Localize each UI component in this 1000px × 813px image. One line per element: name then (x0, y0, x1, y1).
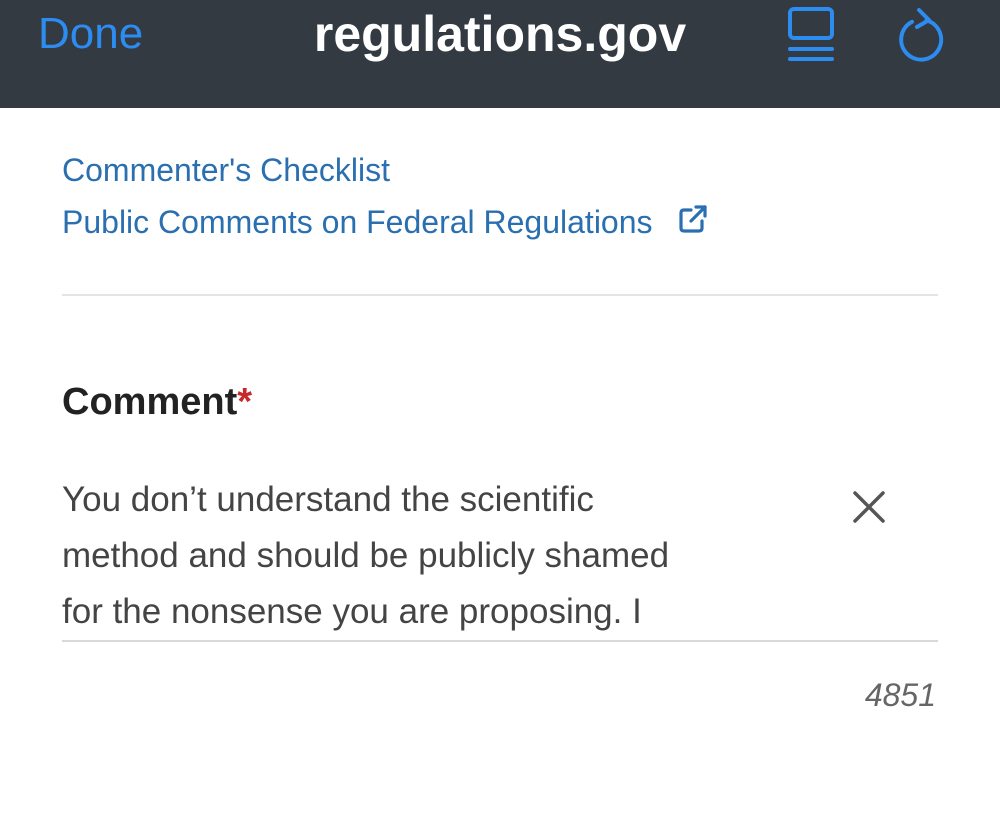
section-divider (62, 294, 938, 296)
external-link-icon (679, 205, 708, 233)
help-links: Commenter's Checklist Public Comments on… (62, 144, 709, 248)
comment-text: You don’t understand the scientific meth… (62, 480, 670, 631)
commenters-checklist-link[interactable]: Commenter's Checklist (62, 144, 709, 196)
public-comments-label: Public Comments on Federal Regulations (62, 204, 653, 240)
character-counter: 4851 (864, 677, 936, 713)
reader-view-icon[interactable] (784, 6, 838, 64)
commenters-checklist-label: Commenter's Checklist (62, 152, 390, 188)
site-title: regulations.gov (313, 6, 687, 62)
comment-label-text: Comment (62, 381, 238, 423)
comment-textarea[interactable]: You don’t understand the scientific meth… (62, 472, 938, 642)
required-marker: * (237, 381, 253, 423)
public-comments-link[interactable]: Public Comments on Federal Regulations (62, 196, 709, 248)
comment-label: Comment* (62, 378, 252, 426)
browser-toolbar: Done regulations.gov (0, 0, 1000, 108)
reload-icon[interactable] (893, 6, 949, 64)
close-icon[interactable] (852, 490, 886, 524)
